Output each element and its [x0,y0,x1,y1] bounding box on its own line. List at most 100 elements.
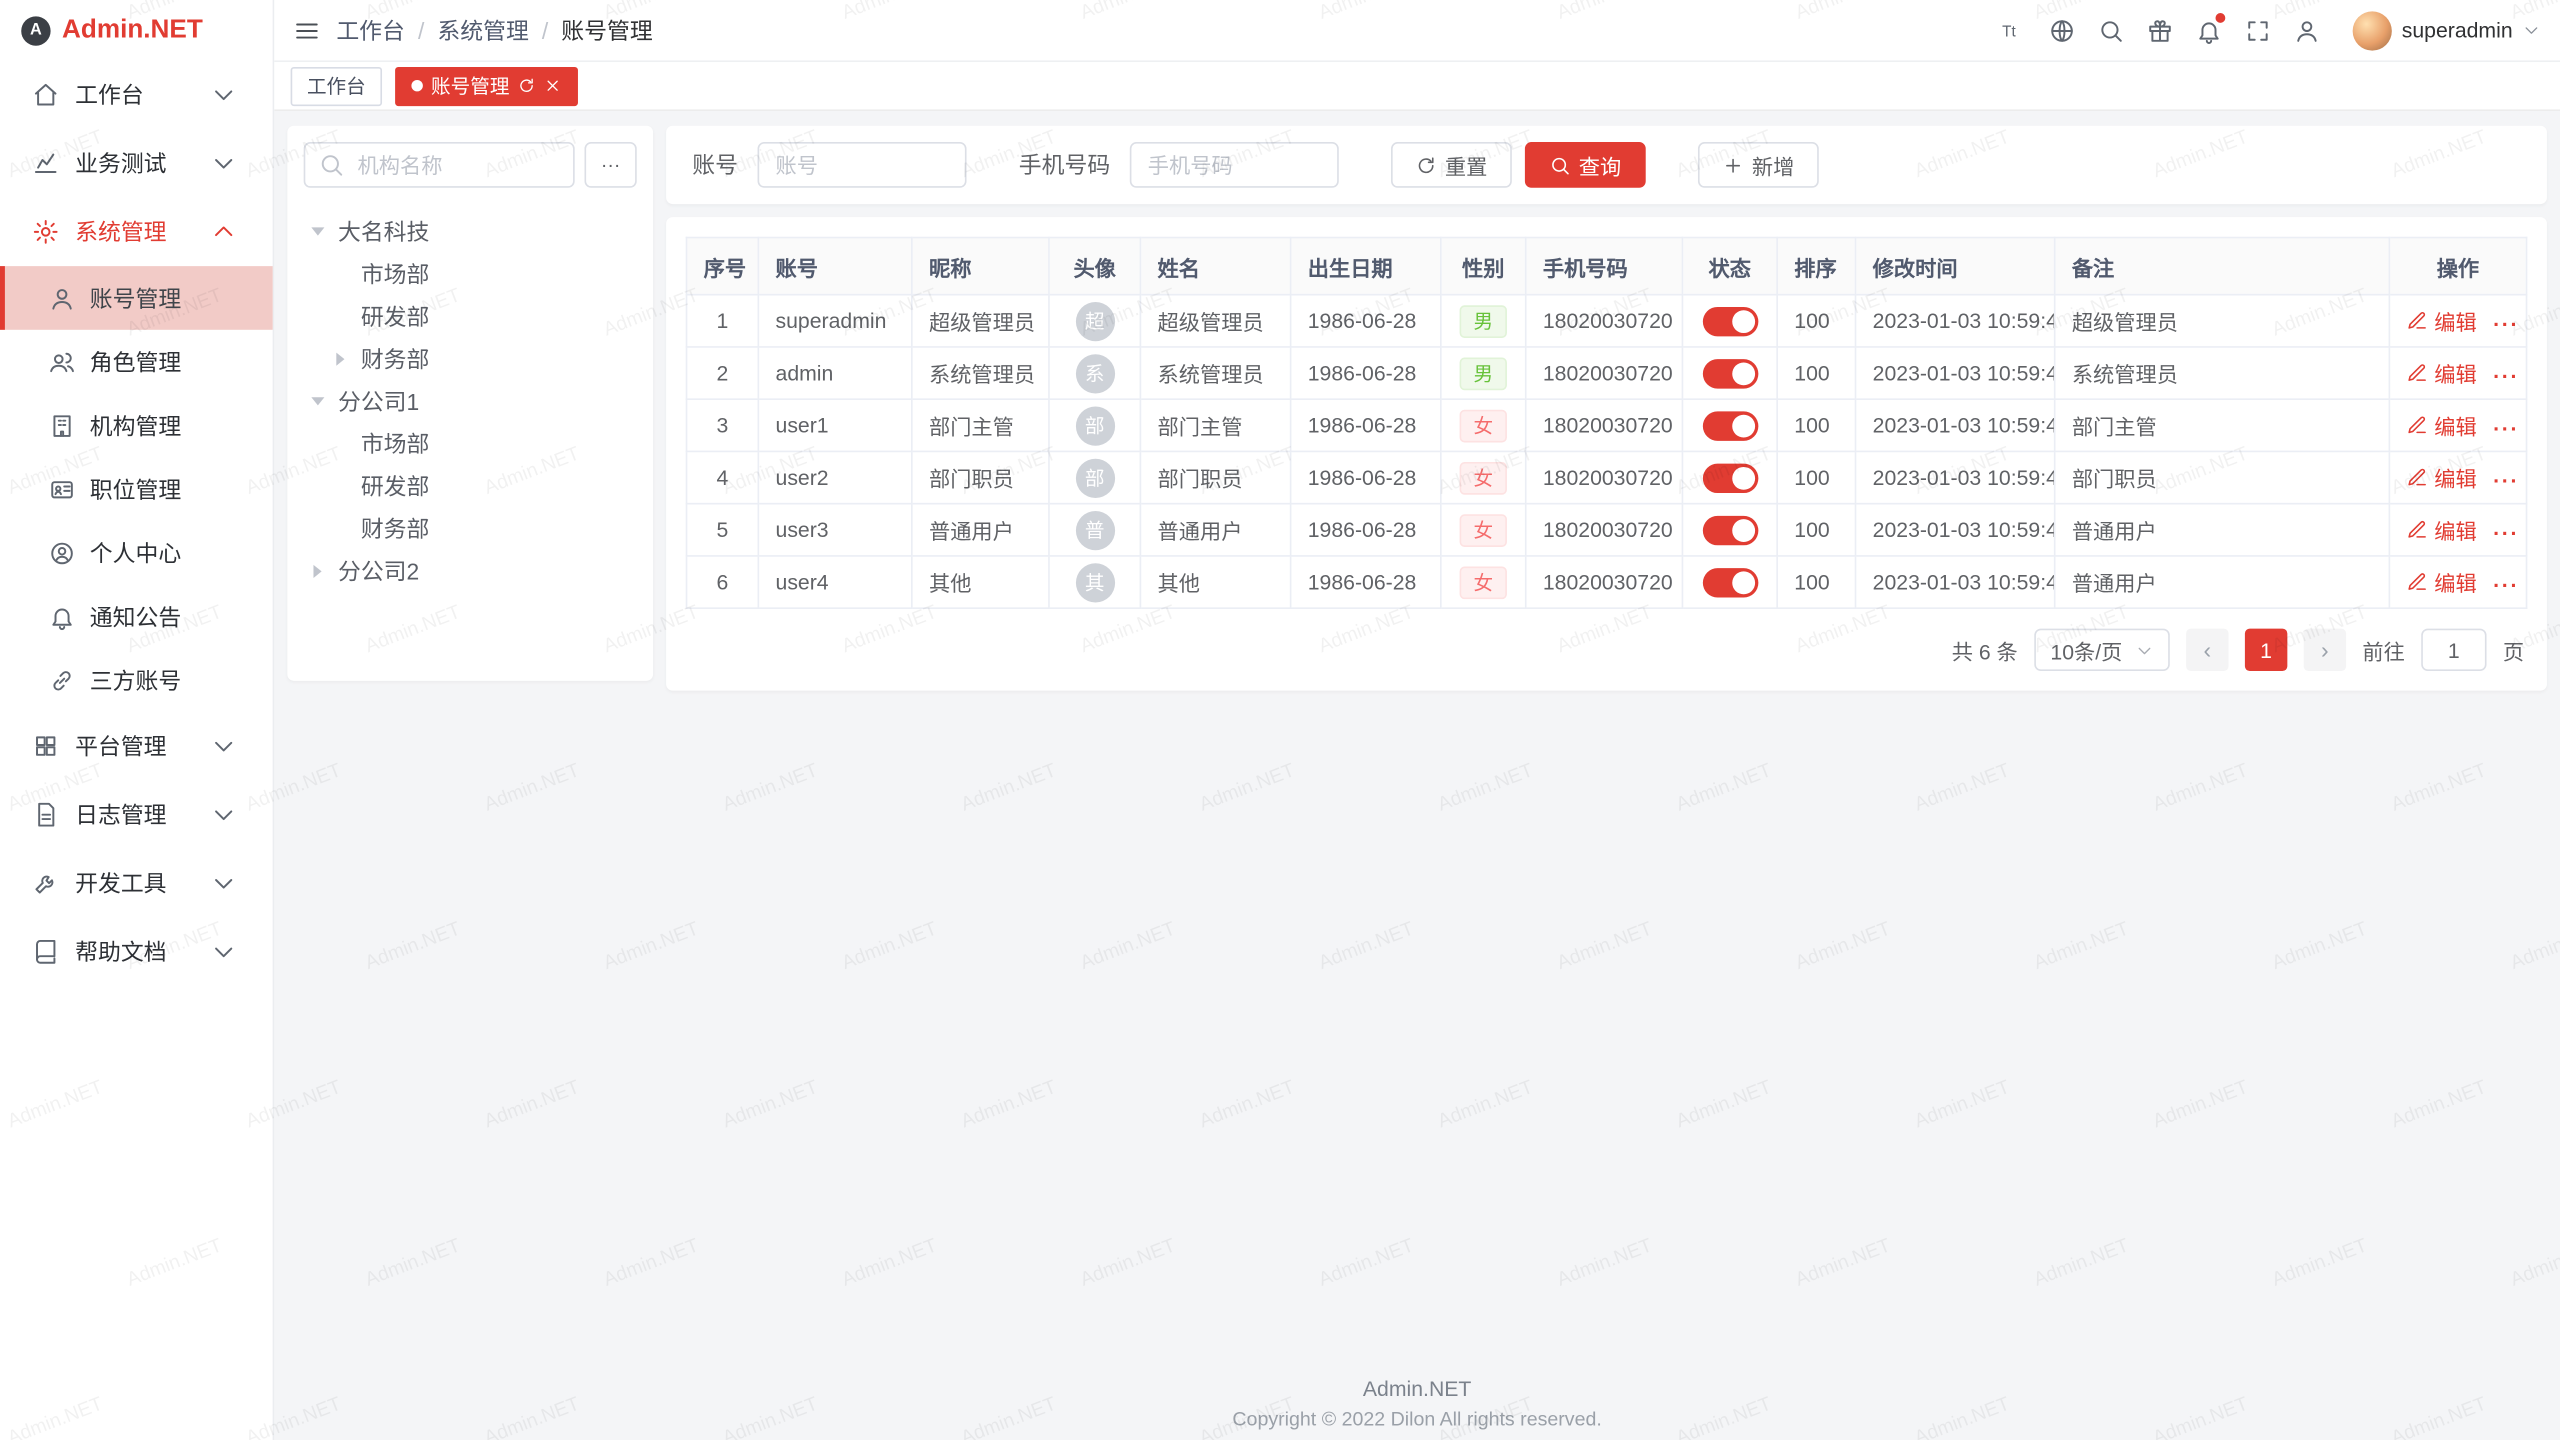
row-more-button[interactable]: ··· [2493,573,2519,597]
reset-button[interactable]: 重置 [1391,142,1512,188]
row-more-button[interactable]: ··· [2493,521,2519,545]
fullscreen-button[interactable] [2235,7,2281,53]
tree-node[interactable]: 市场部 [304,253,637,295]
goto-page-input[interactable] [2421,629,2486,671]
page-number-button[interactable]: 1 [2245,629,2287,671]
main-column: 工作台/系统管理/账号管理 Tt superadmin 工作台账号管理 ··· [274,0,2560,1440]
test-icon [33,150,59,176]
sidebar-subitem-label: 通知公告 [90,600,253,633]
cell-sort: 100 [1777,504,1855,556]
sidebar-subitem[interactable]: 三方账号 [0,648,273,712]
caret-icon[interactable] [311,227,324,242]
tree-node[interactable]: 研发部 [304,465,637,507]
sidebar-item[interactable]: 开发工具 [0,849,273,918]
edit-button[interactable]: 编辑 [2407,514,2477,545]
sidebar-subitem[interactable]: 职位管理 [0,457,273,521]
breadcrumb-item: 账号管理 [561,14,652,47]
phone-input[interactable] [1130,142,1339,188]
caret-icon[interactable] [311,397,324,412]
sidebar-subitem[interactable]: 个人中心 [0,521,273,585]
tree-node[interactable]: 大名科技 [304,211,637,253]
next-page-button[interactable]: › [2304,629,2346,671]
page-size-select[interactable]: 10条/页 [2034,629,2170,671]
user-menu[interactable]: superadmin [2353,11,2541,50]
font-size-button[interactable]: Tt [1990,7,2036,53]
org-search-input[interactable] [354,151,560,179]
sidebar-item[interactable]: 平台管理 [0,712,273,781]
edit-icon [2407,415,2428,436]
org-tree: 大名科技市场部研发部财务部分公司1市场部研发部财务部分公司2 [304,211,637,593]
tree-node[interactable]: 分公司1 [304,380,637,422]
cell-account: user4 [758,556,911,608]
tab-active[interactable]: 账号管理 [395,66,578,105]
sidebar-subitem[interactable]: 角色管理 [0,330,273,394]
status-toggle[interactable] [1702,306,1758,335]
tree-node[interactable]: 财务部 [304,338,637,380]
edit-label: 编辑 [2434,462,2476,493]
sidebar-menu: 工作台业务测试系统管理账号管理角色管理机构管理职位管理个人中心通知公告三方账号平… [0,60,273,986]
add-button[interactable]: 新增 [1698,142,1819,188]
status-toggle[interactable] [1702,411,1758,440]
tree-node[interactable]: 财务部 [304,508,637,550]
sidebar-subitem-label: 角色管理 [90,345,253,378]
search-button[interactable] [2088,7,2134,53]
prev-page-button[interactable]: ‹ [2186,629,2228,671]
account-input[interactable] [758,142,967,188]
breadcrumb-item[interactable]: 工作台 [336,14,405,47]
sidebar-item-label: 日志管理 [75,798,211,831]
gender-tag: 女 [1460,461,1506,494]
refresh-icon[interactable] [518,77,536,95]
edit-button[interactable]: 编辑 [2407,462,2477,493]
globe-button[interactable] [2039,7,2085,53]
sidebar-item[interactable]: 工作台 [0,60,273,129]
sidebar-subitem[interactable]: 通知公告 [0,584,273,648]
edit-button[interactable]: 编辑 [2407,305,2477,336]
chevron-down-icon [211,150,237,176]
breadcrumb-item[interactable]: 系统管理 [437,14,528,47]
tree-node[interactable]: 研发部 [304,296,637,338]
cell-account: user2 [758,451,911,503]
gift-button[interactable] [2137,7,2183,53]
status-toggle[interactable] [1702,515,1758,544]
close-icon[interactable] [544,77,562,95]
row-more-button[interactable]: ··· [2493,416,2519,440]
sidebar-item[interactable]: 日志管理 [0,780,273,849]
footer: Admin.NET Copyright © 2022 Dilon All rig… [274,1376,2560,1430]
sidebar-subitem[interactable]: 账号管理 [0,266,273,330]
edit-button[interactable]: 编辑 [2407,410,2477,441]
bell-button[interactable] [2186,7,2232,53]
tab-label: 工作台 [307,72,366,100]
caret-icon[interactable] [313,565,328,578]
bell-icon [49,603,75,629]
sidebar-item[interactable]: 业务测试 [0,129,273,198]
cell-remark: 部门职员 [2055,451,2390,503]
hamburger-menu-icon[interactable] [294,17,320,43]
cell-modified: 2023-01-03 10:59:44 [1856,295,2055,347]
breadcrumb-separator: / [542,17,548,43]
row-more-button[interactable]: ··· [2493,364,2519,388]
edit-icon [2407,310,2428,331]
edit-button[interactable]: 编辑 [2407,567,2477,598]
tree-node-label: 市场部 [361,428,430,461]
edit-button[interactable]: 编辑 [2407,358,2477,389]
sidebar-subitem[interactable]: 机构管理 [0,393,273,457]
status-toggle[interactable] [1702,463,1758,492]
row-more-button[interactable]: ··· [2493,469,2519,493]
column-header: 操作 [2389,238,2526,295]
org-more-button[interactable]: ··· [584,142,636,188]
cell-sort: 100 [1777,347,1855,399]
cell-name: 部门主管 [1140,399,1290,451]
sidebar-item[interactable]: 系统管理 [0,198,273,267]
tab-item[interactable]: 工作台 [291,66,382,105]
tree-node[interactable]: 分公司2 [304,550,637,592]
app-logo[interactable]: A Admin.NET [0,0,273,60]
caret-icon[interactable] [336,353,351,366]
tree-node-label: 研发部 [361,300,430,333]
status-toggle[interactable] [1702,567,1758,596]
row-more-button[interactable]: ··· [2493,312,2519,336]
sidebar-item[interactable]: 帮助文档 [0,918,273,987]
search-button[interactable]: 查询 [1525,142,1646,188]
status-toggle[interactable] [1702,358,1758,387]
user-button[interactable] [2284,7,2330,53]
tree-node[interactable]: 市场部 [304,423,637,465]
